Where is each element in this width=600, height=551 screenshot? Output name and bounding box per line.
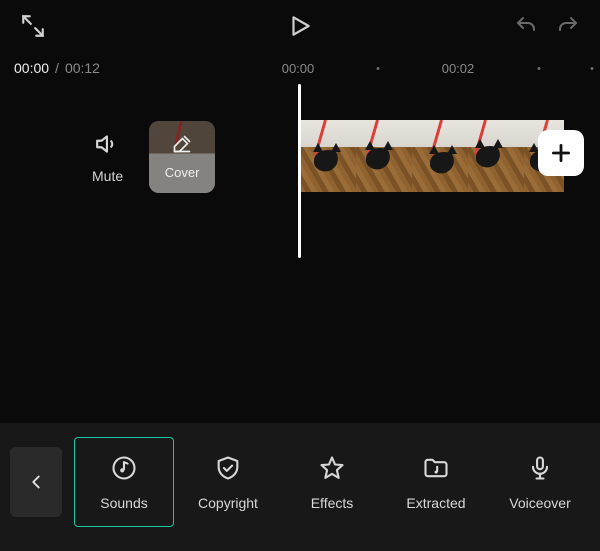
tab-copyright[interactable]: Copyright [178,437,278,527]
music-note-icon [110,454,138,485]
play-button[interactable] [287,13,313,39]
redo-button[interactable] [556,14,580,38]
ruler-tick-dot [538,67,541,70]
tab-label: Sounds [100,495,147,511]
mute-icon [95,131,121,160]
edit-icon [172,134,192,159]
tab-label: Copyright [198,495,258,511]
undo-button[interactable] [514,14,538,38]
tab-label: Extracted [406,495,465,511]
ruler-tick-label: 00:02 [442,61,475,76]
tab-extracted[interactable]: Extracted [386,437,486,527]
time-total: 00:12 [65,60,100,76]
clip-frame[interactable] [412,120,468,192]
cover-button[interactable]: Cover [149,121,215,193]
audio-toolbar: Sounds Copyright Effects Extracted [0,423,600,551]
time-row: 00:00 / 00:12 00:00 00:02 [0,52,600,84]
tab-voiceover[interactable]: Voiceover [490,437,590,527]
tab-label: Voiceover [509,495,570,511]
clip-frame[interactable] [468,120,524,192]
top-toolbar [0,0,600,52]
time-separator: / [55,60,59,76]
shield-check-icon [214,454,242,485]
clip-frame[interactable] [300,120,356,192]
clip-frame[interactable] [356,120,412,192]
tab-sounds[interactable]: Sounds [74,437,174,527]
add-clip-button[interactable] [538,130,584,176]
ruler-tick-dot [377,67,380,70]
tab-label: Effects [311,495,354,511]
timeline-area[interactable]: Mute Cover [0,84,600,384]
ruler-tick-label: 00:00 [282,61,315,76]
back-button[interactable] [10,447,62,517]
mute-button[interactable]: Mute [92,131,123,184]
clip-strip[interactable] [300,120,564,192]
cover-label: Cover [165,165,200,180]
mute-label: Mute [92,168,123,184]
folder-music-icon [422,454,450,485]
playhead[interactable] [298,84,301,258]
ruler-tick-dot [591,67,594,70]
tab-effects[interactable]: Effects [282,437,382,527]
star-icon [318,454,346,485]
microphone-icon [526,454,554,485]
expand-icon[interactable] [20,13,46,39]
time-current: 00:00 [14,60,49,76]
